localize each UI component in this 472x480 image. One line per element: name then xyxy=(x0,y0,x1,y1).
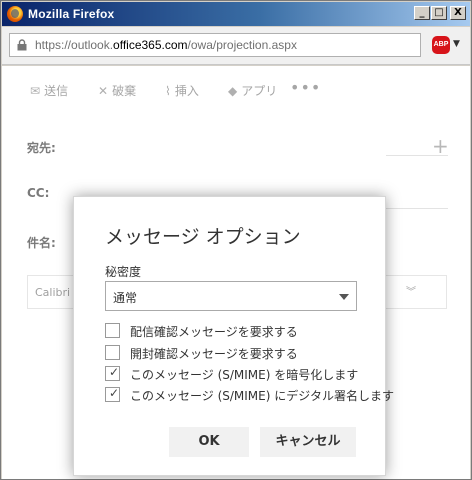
checkmark-icon: ✓ xyxy=(109,386,120,400)
lock-icon xyxy=(17,39,27,51)
firefox-window: Mozilla Firefox _ □ X https://outlook.of… xyxy=(0,0,472,480)
apps-button[interactable]: ◆ アプリ xyxy=(228,82,277,99)
paperclip-icon: ⌇ xyxy=(165,84,171,98)
cancel-button[interactable]: キャンセル xyxy=(260,427,356,457)
checkmark-icon: ✓ xyxy=(109,365,120,379)
sign-checkbox[interactable]: ✓ xyxy=(105,386,120,402)
url-bar[interactable]: https://outlook.office365.com/owa/projec… xyxy=(9,33,421,57)
to-label: 宛先: xyxy=(27,141,56,155)
window-title: Mozilla Firefox xyxy=(28,7,115,21)
navigation-bar: https://outlook.office365.com/owa/projec… xyxy=(2,27,470,65)
dropdown-caret-icon xyxy=(339,294,349,300)
more-options-button[interactable]: ••• xyxy=(290,78,321,97)
discard-button[interactable]: ✕ 破棄 xyxy=(98,82,136,99)
cc-label: CC: xyxy=(27,186,50,200)
envelope-icon: ✉ xyxy=(30,84,41,98)
delivery-receipt-checkbox[interactable] xyxy=(105,323,120,338)
compose-toolbar: ✉ 送信 ✕ 破棄 ⌇ 挿入 ◆ アプリ ••• xyxy=(2,78,470,104)
subject-label: 件名: xyxy=(27,236,56,250)
encrypt-checkbox[interactable]: ✓ xyxy=(105,365,120,381)
double-chevron-down-icon[interactable]: ︾ xyxy=(406,283,416,298)
option-label: 開封確認メッセージを要求する xyxy=(130,347,298,361)
sensitivity-value: 通常 xyxy=(113,291,138,305)
insert-button[interactable]: ⌇ 挿入 xyxy=(165,82,199,99)
title-bar: Mozilla Firefox _ □ X xyxy=(2,2,470,26)
x-icon: ✕ xyxy=(98,84,109,98)
to-field-divider xyxy=(386,155,448,156)
chevron-down-icon[interactable]: ▼ xyxy=(453,39,460,49)
outlook-compose-page: ✉ 送信 ✕ 破棄 ⌇ 挿入 ◆ アプリ ••• 宛先: + CC: 件名: Calib… xyxy=(2,66,470,479)
option-label: このメッセージ (S/MIME) にデジタル署名します xyxy=(130,389,395,403)
font-selector[interactable]: Calibri xyxy=(35,286,70,299)
send-button[interactable]: ✉ 送信 xyxy=(30,82,68,99)
option-label: このメッセージ (S/MIME) を暗号化します xyxy=(130,368,359,382)
sensitivity-select[interactable]: 通常 xyxy=(105,281,357,311)
read-receipt-checkbox[interactable] xyxy=(105,345,120,360)
maximize-button[interactable]: □ xyxy=(431,6,447,20)
sensitivity-label: 秘密度 xyxy=(105,265,142,279)
minimize-button[interactable]: _ xyxy=(414,6,430,20)
adblock-plus-icon[interactable]: ABP xyxy=(432,36,450,54)
cc-field-divider xyxy=(386,208,448,209)
url-text: https://outlook.office365.com/owa/projec… xyxy=(35,38,297,52)
message-options-dialog: メッセージ オプション 秘密度 通常 配信確認メッセージを要求する 開封確認メッ… xyxy=(73,196,394,476)
option-label: 配信確認メッセージを要求する xyxy=(130,325,298,339)
dialog-title: メッセージ オプション xyxy=(105,226,301,248)
close-button[interactable]: X xyxy=(450,6,466,20)
ok-button[interactable]: OK xyxy=(169,427,249,457)
firefox-logo-icon xyxy=(7,6,23,22)
apps-icon: ◆ xyxy=(228,84,238,98)
